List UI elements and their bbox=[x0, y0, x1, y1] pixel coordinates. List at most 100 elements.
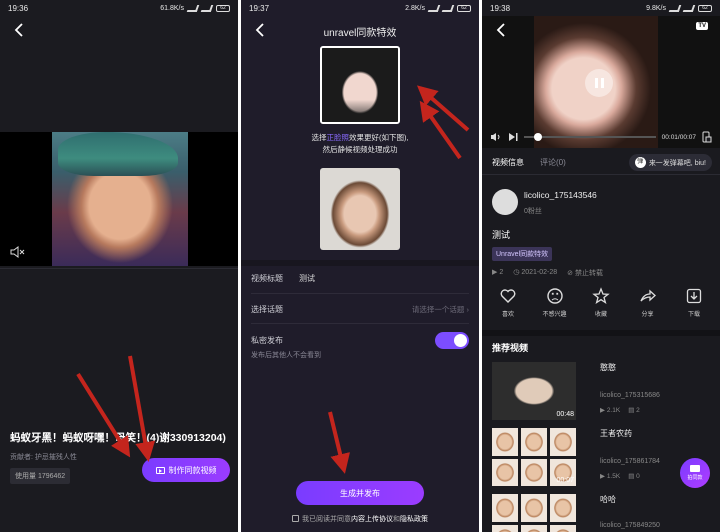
repost-status: 禁止转载 bbox=[574, 270, 603, 277]
favorite-button[interactable]: 收藏 bbox=[579, 287, 623, 318]
private-description: 发布后其他人不会看到 bbox=[251, 352, 321, 359]
publish-button[interactable]: 生成并发布 bbox=[296, 481, 424, 505]
tab-video-info[interactable]: 视频信息 bbox=[492, 157, 524, 168]
progress-handle[interactable] bbox=[534, 133, 542, 141]
clock-icon: ◷ bbox=[513, 269, 520, 276]
no-repost-icon: ⊘ bbox=[567, 270, 573, 277]
recommend-thumbnail[interactable]: 00:48 bbox=[492, 362, 576, 420]
share-button[interactable]: 分享 bbox=[626, 287, 670, 318]
tv-cast-icon[interactable]: TV bbox=[696, 22, 708, 30]
network-speed: 9.8K/s bbox=[646, 4, 666, 12]
selected-photo[interactable] bbox=[320, 46, 400, 124]
publish-date: 2021-02-28 bbox=[521, 269, 558, 276]
effect-tag[interactable]: Unravel同款特效 bbox=[492, 247, 553, 261]
photo-hint: 选择正脸照效果更好(如下图), 然后静候视频处理成功 bbox=[311, 133, 409, 154]
play-count-icon: ▶ bbox=[600, 407, 605, 414]
recommend-item-title: 哈哈 bbox=[600, 495, 616, 504]
make-same-video-button[interactable]: 制作同款视频 bbox=[142, 458, 230, 482]
mute-icon[interactable] bbox=[10, 246, 26, 258]
share-icon bbox=[639, 289, 656, 302]
play-count-icon: ▶ bbox=[492, 269, 498, 276]
video-title-value[interactable]: 测试 bbox=[299, 273, 315, 284]
status-time: 19:37 bbox=[249, 3, 270, 13]
recommend-item-user: licolico_175315686 bbox=[600, 392, 660, 399]
volume-icon[interactable] bbox=[490, 132, 502, 142]
recommend-item-user: licolico_175861784 bbox=[600, 458, 660, 465]
private-publish-row: 私密发布 bbox=[251, 332, 469, 349]
status-time: 19:38 bbox=[490, 3, 511, 13]
divider bbox=[251, 293, 469, 294]
danmu-icon: 弹 bbox=[634, 157, 646, 168]
heart-icon bbox=[500, 289, 516, 303]
recommend-thumbnail[interactable] bbox=[492, 494, 576, 532]
signal-icon bbox=[441, 4, 455, 12]
play-count-icon: ▶ bbox=[600, 473, 605, 480]
back-icon[interactable] bbox=[12, 22, 26, 38]
divider bbox=[251, 323, 469, 324]
recommend-item[interactable]: 00:07 王者农药 licolico_175861784 ▶ 1.5K ▤ 0 bbox=[492, 428, 712, 488]
usage-count: 使用量 1796462 bbox=[10, 468, 71, 484]
time-readout: 00:01/00:07 bbox=[661, 133, 696, 141]
chevron-right-icon: › bbox=[466, 305, 470, 314]
effect-preview-video[interactable] bbox=[0, 132, 238, 266]
battery-icon: 62 bbox=[216, 4, 230, 12]
recommend-thumbnail[interactable]: 00:07 bbox=[492, 428, 576, 486]
signal-icon bbox=[186, 4, 200, 12]
player-controls: 00:01/00:07 bbox=[490, 130, 712, 144]
frown-icon bbox=[546, 288, 563, 304]
duration: 00:07 bbox=[556, 477, 574, 484]
username[interactable]: licolico_175143546 bbox=[524, 190, 597, 200]
video-player[interactable] bbox=[482, 16, 720, 148]
topic-selector[interactable]: 选择话题 请选择一个话题 › bbox=[251, 304, 469, 315]
next-icon[interactable] bbox=[508, 132, 518, 142]
agree-checkbox[interactable] bbox=[292, 515, 299, 522]
pause-icon bbox=[594, 78, 598, 88]
privacy-policy-link[interactable]: 隐私政策 bbox=[400, 516, 428, 523]
recommend-item[interactable]: 00:48 憨憨 licolico_175315686 ▶ 2.1K ▤ 2 bbox=[492, 362, 712, 422]
network-speed: 61.8K/s bbox=[160, 4, 184, 12]
divider bbox=[482, 174, 720, 175]
recommend-item[interactable]: 哈哈 licolico_175849250 bbox=[492, 494, 712, 532]
not-interested-button[interactable]: 不感兴趣 bbox=[533, 287, 577, 318]
video-icon bbox=[155, 466, 165, 474]
recommend-item-stats: ▶ 1.5K ▤ 0 bbox=[600, 473, 640, 480]
status-bar: 19:36 61.8K/s 62 bbox=[0, 0, 238, 16]
tab-comments[interactable]: 评论(0) bbox=[540, 157, 566, 168]
recommend-title: 推荐视频 bbox=[492, 343, 529, 353]
danmu-input[interactable]: 弹来一发弹幕吧, biu! bbox=[628, 154, 712, 171]
status-time: 19:36 bbox=[8, 3, 29, 13]
divider bbox=[0, 268, 238, 269]
screen-effect-detail: 19:36 61.8K/s 62 蚂蚁牙黑！蚂蚁呀嘿！母笑！(4)谢330913… bbox=[0, 0, 238, 532]
section-separator bbox=[482, 330, 720, 336]
status-bar: 19:37 2.8K/s 62 bbox=[241, 0, 479, 16]
signal-icon bbox=[200, 4, 214, 12]
battery-icon: 62 bbox=[457, 4, 471, 12]
signal-icon bbox=[682, 4, 696, 12]
progress-bar[interactable] bbox=[524, 133, 656, 141]
signal-icon bbox=[427, 4, 441, 12]
fullscreen-icon[interactable] bbox=[702, 131, 712, 143]
download-icon bbox=[686, 288, 702, 304]
detail-tabs: 视频信息 评论(0) 弹来一发弹幕吧, biu! bbox=[492, 154, 712, 171]
upload-agreement-link[interactable]: 内容上传协议 bbox=[351, 516, 393, 523]
video-title-field[interactable]: 视频标题 测试 bbox=[251, 273, 469, 284]
screen-publish-effect: 19:37 2.8K/s 62 unravel同款特效 选择正脸照效果更好(如下… bbox=[241, 0, 479, 532]
star-icon bbox=[592, 287, 610, 304]
signal-icon bbox=[668, 4, 682, 12]
video-meta: ▶ 2 ◷ 2021-02-28 ⊘ 禁止转载 bbox=[492, 268, 603, 278]
pause-button[interactable] bbox=[585, 69, 613, 97]
avatar[interactable] bbox=[492, 189, 518, 215]
like-button[interactable]: 喜欢 bbox=[486, 287, 530, 318]
agreement: 我已阅读并同意内容上传协议和隐私政策 bbox=[241, 514, 479, 524]
private-toggle[interactable] bbox=[435, 332, 469, 349]
recommend-item-title: 王者农药 bbox=[600, 429, 632, 438]
action-bar: 喜欢 不感兴趣 收藏 分享 下载 bbox=[486, 287, 716, 318]
camera-icon bbox=[690, 465, 700, 472]
page-title: unravel同款特效 bbox=[323, 28, 397, 39]
back-icon[interactable] bbox=[494, 22, 508, 38]
shoot-same-button[interactable]: 拍同款 bbox=[680, 458, 710, 488]
fans-count: 0粉丝 bbox=[524, 208, 542, 215]
download-button[interactable]: 下载 bbox=[672, 287, 716, 318]
network-speed: 2.8K/s bbox=[405, 4, 425, 12]
contributor: 贡献者: 护忌摧残人性 bbox=[10, 454, 77, 461]
